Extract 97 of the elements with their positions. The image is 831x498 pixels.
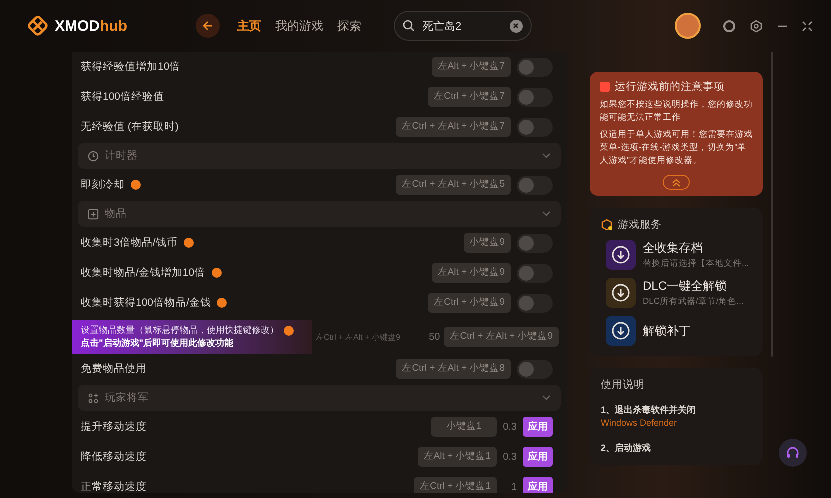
double-chevron-up-icon bbox=[672, 178, 681, 186]
scrollbar[interactable] bbox=[771, 52, 773, 357]
toggle-switch[interactable] bbox=[517, 264, 553, 282]
link[interactable]: Windows Defender bbox=[601, 418, 678, 428]
notice-text: 如果您不按这些说明操作，您的修改功能可能无法正常工作 bbox=[600, 98, 753, 124]
grid-icon bbox=[88, 392, 99, 404]
hotkey-chip[interactable]: 左Alt + 小键盘1 bbox=[418, 447, 497, 467]
cheat-label: 获得100倍经验值 bbox=[81, 90, 165, 104]
value-text: 0.3 bbox=[503, 452, 517, 462]
service-item[interactable]: 全收集存档 替换后请选择【本地文件... bbox=[601, 240, 752, 270]
usage-step: 1、退出杀毒软件并关闭 Windows Defender bbox=[601, 404, 752, 430]
cheat-label: 正常移动速度 bbox=[81, 480, 147, 493]
box-icon bbox=[601, 219, 613, 231]
warning-icon bbox=[600, 82, 610, 92]
hotkey-chip[interactable]: 左Ctrl + 左Alt + 小键盘5 bbox=[396, 175, 511, 195]
cheat-label: 提升移动速度 bbox=[81, 420, 147, 434]
usage-title: 使用说明 bbox=[601, 378, 645, 392]
cheat-label: 设置物品数量（鼠标悬停物品，使用快捷键修改） bbox=[81, 324, 279, 337]
back-button[interactable] bbox=[196, 14, 220, 38]
apply-button[interactable]: 应用 bbox=[523, 447, 553, 467]
value-text: 50 bbox=[428, 332, 440, 342]
value-text: 0.3 bbox=[503, 422, 517, 432]
chevron-down-icon bbox=[542, 211, 551, 217]
cheat-label: 收集时物品/金钱增加10倍 bbox=[81, 266, 206, 280]
close-icon bbox=[513, 23, 519, 29]
hotkey-chip[interactable]: 左Ctrl + 小键盘7 bbox=[428, 87, 511, 107]
download-circle-icon bbox=[612, 284, 630, 302]
toggle-switch[interactable] bbox=[517, 176, 553, 194]
usage-step: 2、启动游戏 bbox=[601, 442, 752, 455]
tooltip-text: 点击"启动游戏"后即可使用此修改功能 bbox=[81, 337, 235, 350]
cheat-label: 即刻冷却 bbox=[81, 178, 125, 192]
value-text: 1 bbox=[510, 482, 517, 492]
clear-button[interactable] bbox=[510, 20, 522, 32]
info-icon[interactable] bbox=[212, 268, 222, 278]
hotkey-chip[interactable]: 左Ctrl + 左Alt + 小键盘9 bbox=[444, 327, 559, 347]
service-title: 全收集存档 bbox=[643, 240, 704, 257]
cheat-label: 免费物品使用 bbox=[81, 362, 147, 376]
search-field[interactable]: 死亡岛2 bbox=[420, 19, 504, 33]
chevron-down-icon bbox=[542, 395, 551, 401]
hotkey-chip[interactable]: 左Ctrl + 小键盘9 bbox=[428, 293, 511, 313]
service-subtitle: DLC所有武器/章节/角色... bbox=[643, 296, 744, 308]
hotkey-chip[interactable]: 左Ctrl + 左Alt + 小键盘8 bbox=[396, 359, 511, 379]
collapse-button[interactable] bbox=[663, 175, 690, 190]
info-icon[interactable] bbox=[184, 238, 194, 248]
download-circle-icon bbox=[612, 246, 630, 264]
fullscreen-icon[interactable] bbox=[802, 20, 813, 32]
info-icon[interactable] bbox=[217, 298, 228, 308]
service-title: 解锁补丁 bbox=[643, 322, 691, 340]
hotkey-chip[interactable]: 小键盘9 bbox=[464, 233, 511, 253]
clock-icon bbox=[88, 150, 99, 162]
section-header[interactable]: 玩家将军 bbox=[78, 385, 561, 411]
section-header[interactable]: 物品 bbox=[78, 201, 561, 227]
search-bar[interactable]: 死亡岛2 bbox=[394, 11, 532, 41]
service-item[interactable]: DLC一键全解锁 DLC所有武器/章节/角色... bbox=[601, 278, 752, 308]
toggle-switch[interactable] bbox=[517, 88, 553, 106]
notification-icon[interactable] bbox=[723, 20, 736, 32]
hotkey-chip[interactable]: 小键盘1 bbox=[431, 417, 497, 437]
nav-tab[interactable]: 主页 bbox=[238, 18, 262, 34]
chevron-down-icon bbox=[542, 153, 551, 159]
service-item[interactable]: 解锁补丁 bbox=[601, 316, 752, 346]
service-subtitle: 替换后请选择【本地文件... bbox=[643, 258, 750, 270]
headset-icon bbox=[786, 446, 800, 460]
toggle-switch[interactable] bbox=[517, 234, 553, 252]
nav-tab[interactable]: 我的游戏 bbox=[276, 18, 324, 34]
notice-text: 仅适用于单人游戏可用！您需要在游戏菜单-选项-在线-游戏类型，切换为"单人游戏"才能使用修改器。 bbox=[600, 128, 753, 167]
info-icon[interactable] bbox=[131, 180, 141, 190]
cheat-label: 收集时3倍物品/钱币 bbox=[81, 236, 178, 250]
hotkey-text: 左Ctrl + 左Alt + 小键盘9 bbox=[316, 332, 400, 342]
hotkey-chip[interactable]: 左Ctrl + 小键盘1 bbox=[414, 477, 497, 493]
cheat-label: 无经验值 (在获取时) bbox=[81, 120, 179, 134]
cheat-label: 收集时获得100倍物品/金钱 bbox=[81, 296, 212, 310]
settings-icon[interactable] bbox=[750, 20, 763, 32]
section-header[interactable]: 计时器 bbox=[78, 143, 561, 169]
nav-tab[interactable]: 探索 bbox=[338, 18, 362, 34]
logo-icon bbox=[27, 15, 49, 37]
toggle-switch[interactable] bbox=[517, 360, 553, 378]
toggle-switch[interactable] bbox=[517, 118, 553, 136]
toggle-switch[interactable] bbox=[517, 294, 553, 312]
support-button[interactable] bbox=[779, 439, 807, 467]
avatar[interactable] bbox=[675, 13, 701, 39]
hotkey-chip[interactable]: 左Alt + 小键盘9 bbox=[432, 263, 511, 283]
notice-title: 运行游戏前的注意事项 bbox=[615, 80, 725, 94]
services-title: 游戏服务 bbox=[618, 218, 662, 232]
logo-text: XMODhub bbox=[55, 18, 128, 34]
cheat-label: 降低移动速度 bbox=[81, 450, 147, 464]
download-circle-icon bbox=[612, 322, 630, 340]
cheat-label: 获得经验值增加10倍 bbox=[81, 60, 181, 74]
service-title: DLC一键全解锁 bbox=[643, 278, 728, 295]
toggle-switch[interactable] bbox=[517, 58, 553, 76]
hotkey-chip[interactable]: 左Ctrl + 左Alt + 小键盘7 bbox=[396, 117, 511, 137]
apply-button[interactable]: 应用 bbox=[523, 477, 553, 493]
search-icon bbox=[402, 20, 414, 32]
plus-square-icon bbox=[88, 208, 99, 220]
info-icon[interactable] bbox=[284, 326, 294, 336]
hotkey-chip[interactable]: 左Alt + 小键盘7 bbox=[432, 57, 511, 77]
back-arrow-icon bbox=[202, 21, 212, 31]
apply-button[interactable]: 应用 bbox=[523, 417, 553, 437]
